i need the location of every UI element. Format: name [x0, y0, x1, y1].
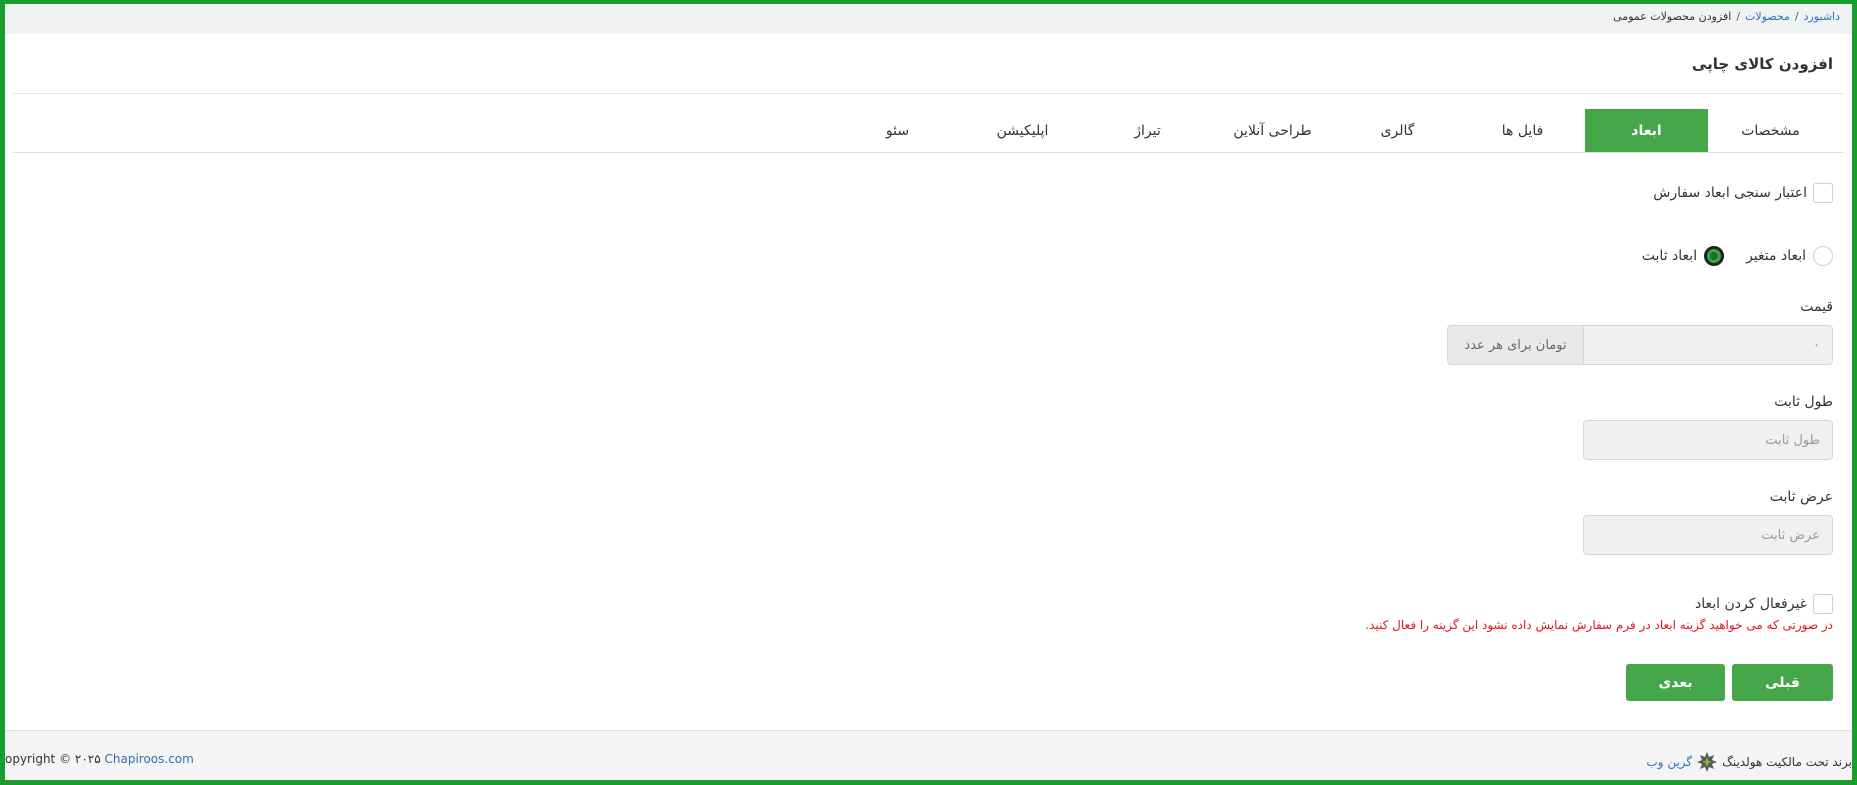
disable-dimensions-warning: در صورتی که می خواهید گزینه ابعاد در فرم… [1365, 618, 1833, 632]
footer: opyright © ۲۰۲۵ Chapiroos.com برند تحت م… [5, 730, 1852, 781]
validate-dimensions-label: اعتبار سنجی ابعاد سفارش [1653, 185, 1807, 201]
disable-dimensions-label: غیرفعال کردن ابعاد [1695, 596, 1807, 612]
disable-dimensions-checkbox[interactable] [1813, 594, 1833, 614]
tab-application[interactable]: اپلیکیشن [960, 109, 1085, 153]
breadcrumb-products-link[interactable]: محصولات [1745, 10, 1790, 23]
tab-dimensions[interactable]: ابعاد [1585, 109, 1708, 153]
dimension-type-radio-group: ابعاد متغیر ابعاد ثابت [1642, 246, 1833, 266]
footer-brand: برند تحت مالکیت هولدینگ گرین وب [1646, 751, 1852, 773]
tab-specifications[interactable]: مشخصات [1708, 109, 1833, 153]
fixed-dimensions-radio[interactable] [1704, 246, 1725, 266]
breadcrumb: داشبورد / محصولات / افزودن محصولات عمومی [1613, 10, 1840, 23]
brand-text: برند تحت مالکیت هولدینگ [1722, 755, 1852, 769]
disable-dimensions-row: غیرفعال کردن ابعاد [1695, 594, 1833, 614]
breadcrumb-separator: / [1794, 10, 1799, 23]
fixed-width-input[interactable] [1583, 515, 1833, 555]
site-link[interactable]: Chapiroos.com [105, 752, 194, 766]
price-input[interactable]: ۰ [1583, 325, 1833, 365]
divider [13, 93, 1844, 94]
tabs-divider [13, 152, 1844, 153]
fixed-dimensions-label: ابعاد ثابت [1641, 248, 1698, 264]
next-button[interactable]: بعدی [1626, 664, 1725, 701]
tab-circulation[interactable]: تیراژ [1085, 109, 1210, 153]
tab-files[interactable]: فایل ها [1460, 109, 1585, 153]
tab-seo[interactable]: سئو [835, 109, 960, 153]
price-label: قیمت [1800, 299, 1833, 315]
fixed-width-label: عرض ثابت [1769, 489, 1833, 505]
tab-online-design[interactable]: طراحی آنلاین [1210, 109, 1335, 153]
breadcrumb-current: افزودن محصولات عمومی [1613, 10, 1732, 23]
validate-dimensions-checkbox[interactable] [1813, 183, 1833, 203]
fixed-length-input[interactable] [1583, 420, 1833, 460]
breadcrumb-bar: داشبورد / محصولات / افزودن محصولات عمومی [5, 4, 1852, 34]
footer-copyright: opyright © ۲۰۲۵ Chapiroos.com [5, 752, 194, 766]
prev-button[interactable]: قبلی [1732, 664, 1833, 701]
tab-gallery[interactable]: گالری [1335, 109, 1460, 153]
fixed-length-label: طول ثابت [1774, 394, 1833, 410]
variable-dimensions-label: ابعاد متغیر [1746, 248, 1806, 264]
price-input-group: ۰ تومان برای هر عدد [1447, 325, 1833, 365]
brand-link[interactable]: گرین وب [1646, 755, 1692, 769]
breadcrumb-separator: / [1736, 10, 1741, 23]
tab-bar: مشخصات ابعاد فایل ها گالری طراحی آنلاین … [835, 109, 1833, 153]
price-unit-addon: تومان برای هر عدد [1447, 325, 1583, 365]
green-leaf-icon [1696, 751, 1718, 773]
breadcrumb-dashboard-link[interactable]: داشبورد [1804, 10, 1840, 23]
page-title: افزودن کالای چاپی [1691, 55, 1833, 73]
copyright-text: opyright © ۲۰۲۵ [5, 752, 101, 766]
variable-dimensions-radio[interactable] [1813, 246, 1833, 266]
validate-dimensions-row: اعتبار سنجی ابعاد سفارش [1653, 183, 1833, 203]
